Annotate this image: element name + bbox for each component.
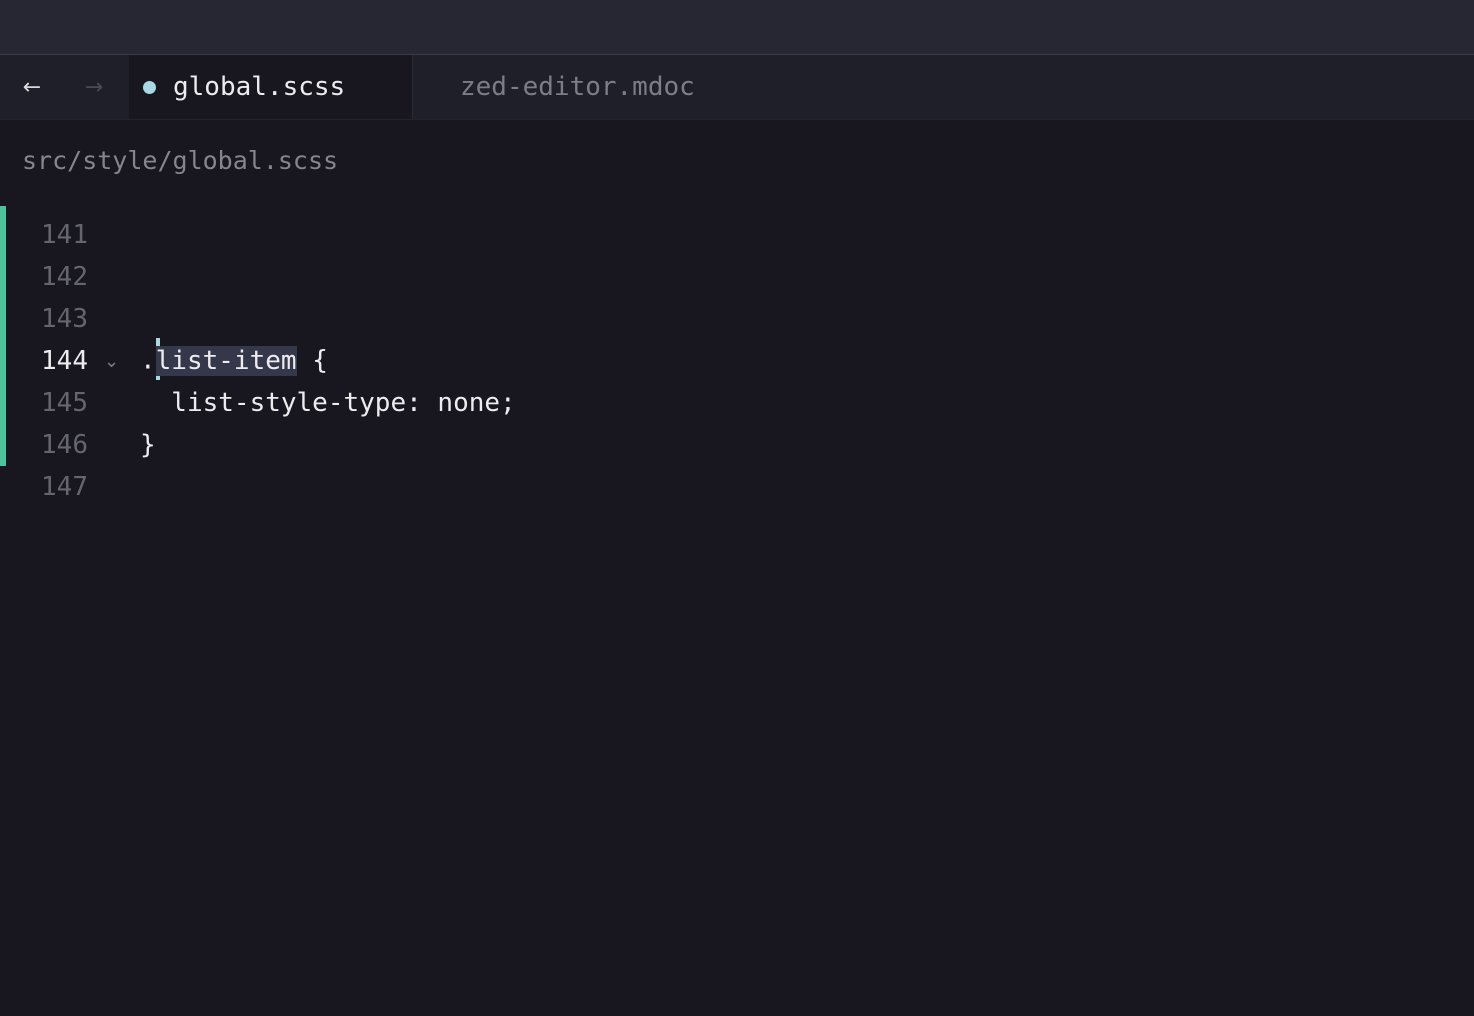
modified-dot-icon — [143, 80, 156, 94]
title-bar — [0, 0, 1474, 55]
tab-label: global.scss — [173, 72, 346, 102]
fold-chevron-icon[interactable]: ⌄ — [104, 351, 119, 372]
code-line[interactable]: 147 — [0, 466, 1474, 508]
code-line[interactable]: 142 — [0, 256, 1474, 298]
tab-global-scss[interactable]: global.scss — [129, 55, 413, 119]
breadcrumb[interactable]: src/style/global.scss — [22, 146, 338, 175]
line-number: 143 — [41, 304, 88, 334]
code-text[interactable]: } — [140, 430, 156, 460]
line-number: 141 — [41, 220, 88, 250]
tab-bar: ← → global.scss zed-editor.mdoc — [0, 55, 1474, 120]
code-line-current[interactable]: 144 ⌄ .list-item { — [0, 338, 1474, 382]
line-number: 142 — [41, 262, 88, 292]
code-line[interactable]: 146 } — [0, 424, 1474, 466]
code-prefix: . — [140, 345, 156, 376]
code-line[interactable]: 143 — [0, 298, 1474, 340]
line-number: 145 — [41, 388, 88, 418]
selected-text: list-item — [155, 345, 297, 376]
line-number: 146 — [41, 430, 88, 460]
code-line[interactable]: 141 — [0, 214, 1474, 256]
back-arrow-icon[interactable]: ← — [0, 55, 64, 119]
code-suffix: { — [296, 345, 328, 376]
tab-zed-editor-mdoc[interactable]: zed-editor.mdoc — [412, 55, 752, 119]
line-number: 147 — [41, 472, 88, 502]
forward-arrow-icon[interactable]: → — [62, 55, 126, 119]
line-number: 144 — [41, 346, 88, 376]
code-line[interactable]: 145 list-style-type: none; — [0, 382, 1474, 424]
tab-label: zed-editor.mdoc — [460, 72, 695, 102]
code-text[interactable]: .list-item { — [140, 338, 328, 382]
code-text[interactable]: list-style-type: none; — [140, 388, 515, 418]
